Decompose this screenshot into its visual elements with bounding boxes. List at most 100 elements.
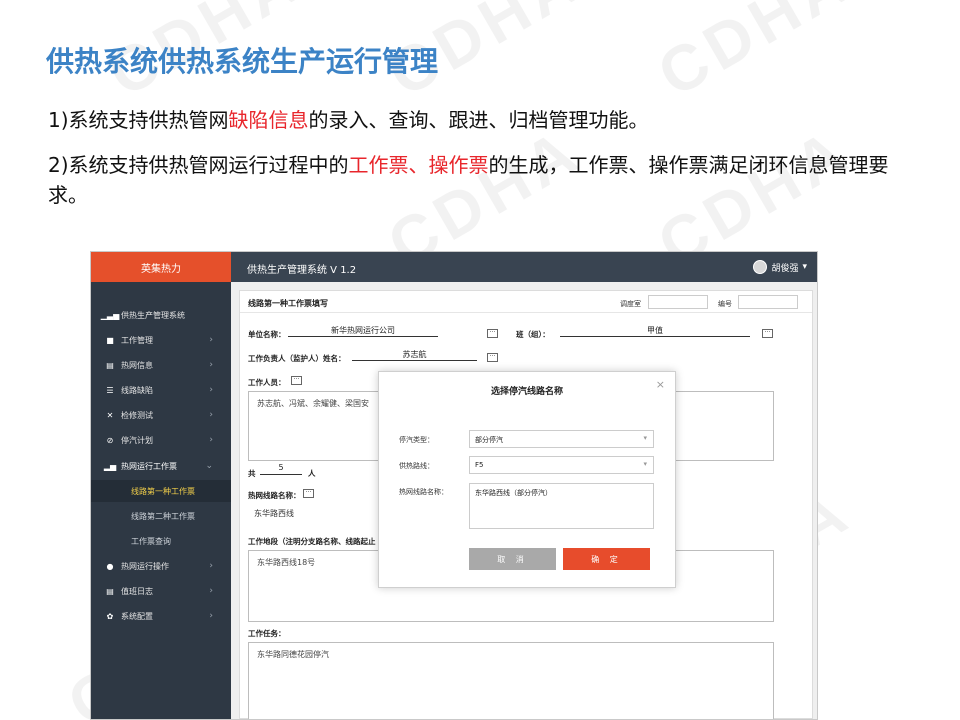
line-name-value: 东华路西线 (254, 509, 294, 518)
sidebar-item-label: 热网信息 (121, 360, 153, 370)
dispatch-label: 调度室 (620, 300, 641, 308)
sidebar: ▁▃▅ 供热生产管理系统 ■ 工作管理 › ▤ 热网信息 › ☰ 线路缺陷 › ✕ 检修测试 › ⊘ 停汽计划… (91, 282, 231, 719)
list-icon: ☰ (106, 385, 114, 395)
line-select[interactable]: F5 ▾ (469, 456, 654, 474)
leader-field[interactable]: 苏志航 (352, 349, 477, 361)
line-name-picker-button[interactable]: ··· (303, 489, 314, 498)
leader-label: 工作负责人（监护人）姓名： (248, 354, 346, 363)
sidebar-item[interactable]: ● 热网运行操作 › (91, 555, 231, 577)
sidebar-item-label: 值班日志 (121, 586, 153, 596)
sidebar-item-label: 线路第二种工作票 (131, 511, 195, 521)
unit-label: 单位名称： (248, 330, 286, 339)
gear-icon: ✿ (106, 611, 114, 621)
top-bar: 供热生产管理系统 V 1.2 胡俊强 ▾ (231, 252, 817, 282)
name-textarea[interactable]: 东华路西线（部分停汽） (469, 483, 654, 529)
paragraph-text: 1)系统支持供热管网 (48, 108, 229, 132)
avatar (753, 260, 768, 274)
sidebar-item-label: 线路缺陷 (121, 385, 153, 395)
confirm-button[interactable]: 确 定 (563, 548, 650, 570)
members-label: 工作人员： (248, 378, 286, 387)
user-menu[interactable]: 胡俊强 ▾ (753, 260, 807, 274)
sidebar-item-label: 热网运行操作 (121, 561, 169, 571)
chevron-down-icon: ▾ (802, 262, 807, 272)
sidebar-item-label: 工作管理 (121, 335, 153, 345)
total-field[interactable]: 5 (260, 463, 302, 475)
modal-title: 选择停汽线路名称 (490, 387, 563, 397)
paragraph-text: 的录入、查询、跟进、归档管理功能。 (308, 108, 649, 132)
chevron-right-icon: › (209, 586, 213, 596)
slide-title: 供热系统供热系统生产运行管理 (46, 45, 439, 78)
sidebar-item-label: 系统配置 (121, 611, 153, 621)
sidebar-item[interactable]: 工作票查询 (91, 530, 231, 552)
chevron-right-icon: › (209, 410, 213, 420)
chevron-down-icon: ▾ (643, 434, 647, 442)
sidebar-item[interactable]: ⊘ 停汽计划 › (91, 429, 231, 451)
app-screenshot: 英集热力 供热生产管理系统 V 1.2 胡俊强 ▾ ▁▃▅ 供热生产管理系统 ■ 工作… (90, 251, 818, 720)
leader-picker-button[interactable]: ··· (487, 353, 498, 362)
sidebar-item[interactable]: 线路第一种工作票 (91, 480, 231, 502)
system-title: 供热生产管理系统 V 1.2 (247, 265, 357, 276)
sidebar-item[interactable]: ■ 工作管理 › (91, 329, 231, 351)
sidebar-item[interactable]: ▤ 热网信息 › (91, 354, 231, 376)
cancel-button[interactable]: 取 消 (469, 548, 556, 570)
unit-field[interactable]: 新华热网运行公司 (288, 325, 438, 337)
chevron-right-icon: › (209, 611, 213, 621)
name-label: 热网线路名称： (399, 488, 448, 496)
location-label: 工作地段（注明分支路名称、线路起止 (248, 537, 376, 546)
sidebar-item-label: 线路第一种工作票 (131, 486, 195, 496)
type-label: 停汽类型： (399, 436, 434, 444)
unit-picker-button[interactable]: ··· (487, 329, 498, 338)
chart-icon: ▁▃▅ (100, 310, 120, 320)
paragraph-2: 2)系统支持供热管网运行过程中的工作票、操作票的生成，工作票、操作票满足闭环信息… (48, 150, 908, 210)
chevron-right-icon: › (209, 561, 213, 571)
chevron-right-icon: › (209, 335, 213, 345)
members-picker-button[interactable]: ··· (291, 376, 302, 385)
highlight-text: 缺陷信息 (228, 108, 309, 132)
sidebar-item-label: 热网运行工作票 (121, 461, 177, 471)
type-value: 部分停汽 (475, 436, 503, 444)
sidebar-item[interactable]: ✿ 系统配置 › (91, 605, 231, 627)
sidebar-item[interactable]: 线路第二种工作票 (91, 505, 231, 527)
play-icon: ● (106, 561, 114, 571)
task-textarea[interactable]: 东华路同德花园停汽 (248, 642, 774, 719)
folder-icon: ■ (106, 335, 114, 345)
bar-chart-icon: ▂▅ (103, 461, 117, 471)
highlight-text: 工作票、操作票 (348, 153, 489, 177)
line-label: 供热路线： (399, 462, 434, 470)
doc-icon: ▤ (106, 360, 114, 370)
sidebar-item-label: 工作票查询 (131, 536, 171, 546)
team-label: 班（组）： (516, 330, 550, 339)
sidebar-item[interactable]: ✕ 检修测试 › (91, 404, 231, 426)
total-suffix: 人 (308, 469, 316, 478)
dispatch-input[interactable] (648, 295, 708, 309)
sidebar-item[interactable]: ☰ 线路缺陷 › (91, 379, 231, 401)
sidebar-item[interactable]: ▁▃▅ 供热生产管理系统 (91, 304, 231, 326)
form-title: 线路第一种工作票填写 (248, 299, 328, 308)
chevron-right-icon: › (209, 385, 213, 395)
sidebar-item-label: 供热生产管理系统 (121, 310, 185, 320)
chevron-right-icon: › (209, 360, 213, 370)
tools-icon: ✕ (106, 410, 114, 420)
number-label: 编号 (718, 300, 732, 308)
task-label: 工作任务： (248, 629, 286, 638)
select-line-modal: 选择停汽线路名称 × 停汽类型： 部分停汽 ▾ 供热路线： F5 ▾ 热网线路名… (378, 371, 676, 588)
sidebar-item[interactable]: ▂▅ 热网运行工作票 ⌄ (91, 455, 231, 477)
type-select[interactable]: 部分停汽 ▾ (469, 430, 654, 448)
close-icon[interactable]: × (656, 378, 665, 391)
paragraph-1: 1)系统支持供热管网缺陷信息的录入、查询、跟进、归档管理功能。 (48, 105, 908, 135)
user-name: 胡俊强 (771, 263, 799, 274)
team-picker-button[interactable]: ··· (762, 329, 773, 338)
line-value: F5 (475, 461, 484, 469)
chevron-down-icon: ⌄ (205, 461, 213, 471)
line-name-label: 热网线路名称： (248, 491, 301, 500)
doc-icon: ▤ (106, 586, 114, 596)
chevron-right-icon: › (209, 435, 213, 445)
number-input[interactable] (738, 295, 798, 309)
form-header: 线路第一种工作票填写 调度室 编号 (240, 291, 812, 313)
total-prefix: 共 (248, 469, 256, 478)
paragraph-text: 2)系统支持供热管网运行过程中的 (48, 153, 349, 177)
sidebar-item-label: 检修测试 (121, 410, 153, 420)
sidebar-item[interactable]: ▤ 值班日志 › (91, 580, 231, 602)
team-field[interactable]: 甲值 (560, 325, 750, 337)
sidebar-item-label: 停汽计划 (121, 435, 153, 445)
